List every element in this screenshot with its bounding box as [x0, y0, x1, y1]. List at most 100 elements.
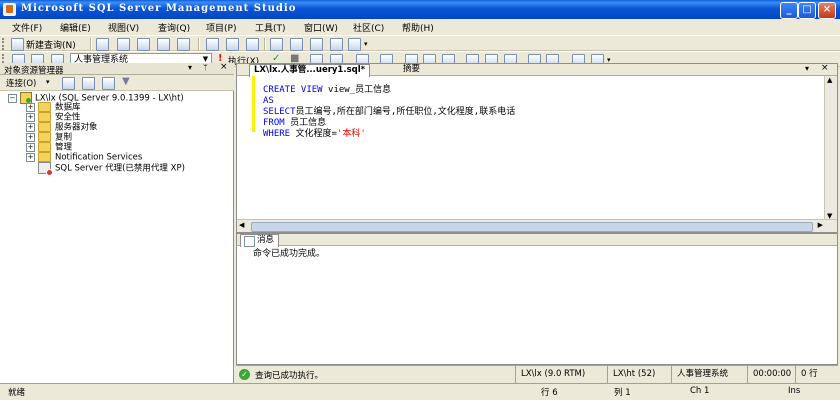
- refresh-icon[interactable]: [102, 77, 115, 90]
- sql-text: view_员工信息: [322, 85, 392, 95]
- close-panel-icon[interactable]: ×: [220, 62, 228, 72]
- menu-tools[interactable]: 工具(T): [255, 21, 286, 34]
- close-button[interactable]: ×: [818, 2, 836, 19]
- status-column: 列 1: [614, 388, 631, 398]
- tree-item-label: 服务器对象: [55, 122, 98, 133]
- menu-query[interactable]: 查询(Q): [158, 21, 190, 34]
- tree-item-label: 复制: [55, 132, 73, 143]
- new-query-button[interactable]: 新建查询(N): [26, 38, 76, 51]
- status-line: 行 6: [541, 388, 558, 398]
- scroll-right-icon[interactable]: ▶: [818, 221, 823, 229]
- folder-icon: [38, 112, 51, 122]
- scroll-up-icon[interactable]: ▲: [827, 76, 832, 84]
- open-file-icon[interactable]: [206, 38, 219, 51]
- tree-item-label: 数据库: [55, 102, 81, 113]
- document-list-icon[interactable]: ▾: [805, 64, 809, 73]
- template-explorer-icon[interactable]: [310, 38, 323, 51]
- window-position-icon[interactable]: ▾: [188, 63, 192, 72]
- status-ready: 就绪: [8, 388, 26, 398]
- tree-item-label: 安全性: [55, 112, 81, 123]
- menu-view[interactable]: 视图(V): [108, 21, 139, 34]
- menu-edit[interactable]: 编辑(E): [60, 21, 91, 34]
- folder-icon: [38, 132, 51, 142]
- xmla-query-icon[interactable]: [177, 38, 190, 51]
- status-char: Ch 1: [690, 386, 710, 396]
- sql-agent-icon: [38, 162, 53, 176]
- stop-icon[interactable]: [82, 77, 95, 90]
- toolbox-icon[interactable]: [348, 38, 361, 51]
- menu-help[interactable]: 帮助(H): [402, 21, 434, 34]
- sql-keyword: FROM: [263, 118, 285, 128]
- tree-item-sql-agent[interactable]: SQL Server 代理(已禁用代理 XP): [38, 162, 185, 176]
- status-bar: 就绪 行 6 列 1 Ch 1 Ins: [0, 383, 840, 400]
- pin-icon[interactable]: ᛘ: [203, 63, 208, 72]
- toolbar-grip[interactable]: [2, 38, 7, 50]
- expand-icon[interactable]: +: [26, 122, 35, 132]
- status-login: LX\ht (52): [607, 366, 677, 383]
- scroll-left-icon[interactable]: ◀: [239, 221, 244, 229]
- sql-keyword: SELECT: [263, 107, 296, 117]
- chevron-down-icon[interactable]: ▾: [46, 78, 50, 86]
- sql-text: 员工信息: [284, 118, 327, 128]
- registered-servers-icon[interactable]: [270, 38, 283, 51]
- sql-text: 文化程度=: [290, 129, 337, 139]
- menu-file[interactable]: 文件(F): [12, 21, 42, 34]
- query-editor-panel: LX\lx.人事管...uery1.sql* 摘要 ▾ × CREATE VIE…: [236, 63, 838, 233]
- sql-keyword: AS: [263, 96, 274, 106]
- sql-code[interactable]: CREATE VIEW view_员工信息 AS SELECT员工编号,所在部门…: [263, 74, 515, 140]
- tab-messages-label: 消息: [257, 235, 275, 245]
- standard-toolbar: 新建查询(N) ▾: [0, 35, 840, 51]
- scroll-thumb[interactable]: [251, 222, 813, 232]
- tree-item-label: 管理: [55, 142, 73, 153]
- change-tracking-bar: [252, 76, 255, 132]
- toolbar-overflow-icon[interactable]: ▾: [364, 40, 368, 48]
- folder-icon: [38, 102, 51, 112]
- new-query-icon[interactable]: [11, 38, 24, 51]
- query-status-message: 查询已成功执行。: [255, 371, 324, 381]
- db-engine-query-icon[interactable]: [117, 38, 130, 51]
- ssms-app-icon[interactable]: [3, 3, 16, 16]
- status-elapsed: 00:00:00: [747, 366, 801, 383]
- tree-item-label: Notification Services: [55, 152, 143, 163]
- expand-icon[interactable]: +: [26, 132, 35, 142]
- expand-icon[interactable]: +: [26, 152, 35, 162]
- results-panel: 消息 命令已成功完成。: [236, 233, 838, 365]
- object-explorer-panel: 对象资源管理器 ▾ ᛘ × 连接(O) ▾ ▼ − LX\lx (SQL Serv…: [0, 62, 234, 383]
- save-icon[interactable]: [226, 38, 239, 51]
- close-document-icon[interactable]: ×: [821, 63, 829, 73]
- mdx-query-icon[interactable]: [157, 38, 170, 51]
- filter-icon[interactable]: ▼: [122, 76, 130, 87]
- properties-icon[interactable]: [330, 38, 343, 51]
- result-message: 命令已成功完成。: [253, 249, 326, 259]
- expand-icon[interactable]: +: [26, 102, 35, 112]
- toolbar-separator: [264, 38, 266, 50]
- maximize-button[interactable]: □: [798, 2, 816, 19]
- new-file-icon[interactable]: [96, 38, 109, 51]
- analysis-query-icon[interactable]: [137, 38, 150, 51]
- expand-icon[interactable]: +: [26, 112, 35, 122]
- menu-community[interactable]: 社区(C): [353, 21, 384, 34]
- toolbar-separator: [90, 38, 92, 50]
- save-all-icon[interactable]: [246, 38, 259, 51]
- folder-icon: [38, 142, 51, 152]
- query-status-bar: ✓ 查询已成功执行。 LX\lx (9.0 RTM) LX\ht (52) 人事…: [236, 365, 840, 383]
- editor-vertical-scrollbar[interactable]: ▲ ▼: [824, 76, 837, 220]
- sql-text: 员工编号,所在部门编号,所任职位,文化程度,联系电话: [295, 107, 516, 117]
- editor-horizontal-scrollbar[interactable]: ◀ ▶: [237, 219, 837, 232]
- title-bar: Microsoft SQL Server Management Studio _…: [0, 0, 840, 19]
- object-explorer-icon[interactable]: [290, 38, 303, 51]
- connect-dropdown[interactable]: 连接(O): [6, 77, 36, 89]
- sql-keyword: WHERE: [263, 129, 291, 139]
- object-explorer-toolbar: 连接(O) ▾ ▼: [0, 75, 234, 91]
- collapse-icon[interactable]: −: [8, 93, 17, 103]
- expand-icon[interactable]: +: [26, 142, 35, 152]
- sql-keyword: CREATE VIEW: [263, 85, 323, 95]
- menu-project[interactable]: 项目(P): [206, 21, 236, 34]
- status-server: LX\lx (9.0 RTM): [515, 366, 613, 383]
- disconnect-icon[interactable]: [62, 77, 75, 90]
- tree-item-label: SQL Server 代理(已禁用代理 XP): [55, 163, 185, 174]
- menu-window[interactable]: 窗口(W): [304, 21, 338, 34]
- status-rows: 0 行: [795, 366, 840, 383]
- minimize-button[interactable]: _: [780, 2, 798, 19]
- sql-string: '本科': [336, 129, 366, 139]
